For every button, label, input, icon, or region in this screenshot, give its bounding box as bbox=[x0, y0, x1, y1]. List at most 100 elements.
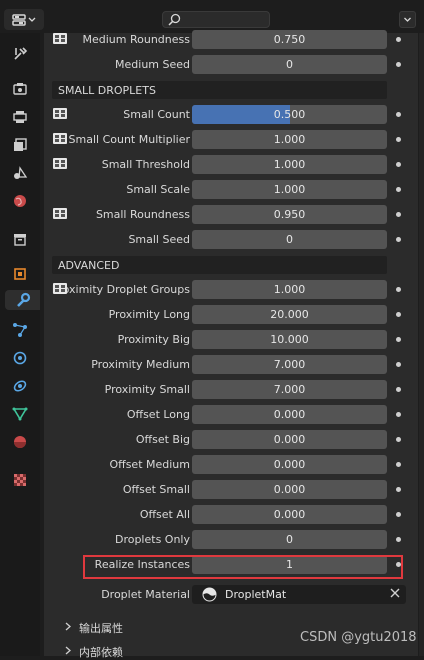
proximity-medium-field[interactable]: 7.000 bbox=[192, 355, 387, 374]
property-label: Offset All bbox=[139, 508, 190, 521]
property-label: Droplets Only bbox=[114, 533, 190, 546]
proximity-long-field[interactable]: 20.000 bbox=[192, 305, 387, 324]
small-scale-field[interactable]: 1.000 bbox=[192, 180, 387, 199]
keyframe-dot[interactable] bbox=[396, 537, 401, 542]
keyframe-dot[interactable] bbox=[396, 37, 401, 42]
offset-small-field[interactable]: 0.000 bbox=[192, 480, 387, 499]
proximity-big-field[interactable]: 10.000 bbox=[192, 330, 387, 349]
keyframe-dot[interactable] bbox=[396, 462, 401, 467]
view-layer-icon[interactable] bbox=[10, 135, 30, 155]
node-socket-icon[interactable] bbox=[52, 132, 68, 145]
keyframe-dot[interactable] bbox=[396, 287, 401, 292]
keyframe-dot[interactable] bbox=[396, 237, 401, 242]
property-label: Offset Long bbox=[126, 408, 190, 421]
close-icon[interactable] bbox=[390, 588, 400, 601]
offset-medium-field[interactable]: 0.000 bbox=[192, 455, 387, 474]
output-icon[interactable] bbox=[10, 107, 30, 127]
chevron-right-icon bbox=[65, 646, 71, 655]
property-row: Proximity Long 20.000 bbox=[44, 304, 418, 326]
property-row: Offset Medium 0.000 bbox=[44, 454, 418, 476]
property-label: Proximity Medium bbox=[91, 358, 190, 371]
editor-type-button[interactable] bbox=[4, 9, 44, 30]
scene-icon[interactable] bbox=[10, 163, 30, 183]
small-seed-field[interactable]: 0 bbox=[192, 230, 387, 249]
droplet-material-field[interactable]: DropletMat bbox=[192, 585, 406, 604]
panel-output-attributes[interactable]: 输出属性 bbox=[64, 618, 264, 636]
keyframe-dot[interactable] bbox=[396, 362, 401, 367]
modifier-icon[interactable] bbox=[5, 290, 40, 310]
node-socket-icon[interactable] bbox=[52, 32, 68, 45]
small-threshold-field[interactable]: 1.000 bbox=[192, 155, 387, 174]
tool-icon[interactable] bbox=[10, 44, 30, 64]
keyframe-dot[interactable] bbox=[396, 487, 401, 492]
properties-tab-bar bbox=[0, 33, 40, 656]
property-label: Small Roundness bbox=[95, 208, 190, 221]
medium-seed-field[interactable]: 0 bbox=[192, 55, 387, 74]
keyframe-dot[interactable] bbox=[396, 412, 401, 417]
object-icon[interactable] bbox=[10, 264, 30, 284]
small-count-multiplier-field[interactable]: 1.000 bbox=[192, 130, 387, 149]
property-label: Small Scale bbox=[126, 183, 190, 196]
scrollbar[interactable] bbox=[419, 33, 424, 656]
small-roundness-field[interactable]: 0.950 bbox=[192, 205, 387, 224]
keyframe-dot[interactable] bbox=[396, 437, 401, 442]
keyframe-dot[interactable] bbox=[396, 62, 401, 67]
panel-internal-dependencies[interactable]: 内部依赖 bbox=[64, 642, 264, 660]
property-row: Small Seed 0 bbox=[44, 229, 418, 251]
property-row: Offset Small 0.000 bbox=[44, 479, 418, 501]
keyframe-dot[interactable] bbox=[396, 137, 401, 142]
offset-all-field[interactable]: 0.000 bbox=[192, 505, 387, 524]
keyframe-dot[interactable] bbox=[396, 312, 401, 317]
node-socket-icon[interactable] bbox=[52, 157, 68, 170]
data-icon[interactable] bbox=[10, 404, 30, 424]
physics-icon[interactable] bbox=[10, 348, 30, 368]
keyframe-dot[interactable] bbox=[396, 512, 401, 517]
keyframe-dot[interactable] bbox=[396, 162, 401, 167]
texture-icon[interactable] bbox=[10, 470, 30, 490]
droplets-only-field[interactable]: 0 bbox=[192, 530, 387, 549]
node-socket-icon[interactable] bbox=[52, 282, 68, 295]
property-label: Small Seed bbox=[128, 233, 190, 246]
property-row: Small Count 0.500 bbox=[44, 104, 418, 126]
property-label: Proximity Long bbox=[108, 308, 190, 321]
offset-long-field[interactable]: 0.000 bbox=[192, 405, 387, 424]
node-socket-icon[interactable] bbox=[52, 107, 68, 120]
keyframe-dot[interactable] bbox=[396, 337, 401, 342]
particles-icon[interactable] bbox=[10, 320, 30, 340]
property-row: Small Threshold 1.000 bbox=[44, 154, 418, 176]
property-label: Proximity Small bbox=[104, 383, 190, 396]
node-socket-icon[interactable] bbox=[52, 207, 68, 220]
property-row: Small Scale 1.000 bbox=[44, 179, 418, 201]
keyframe-dot[interactable] bbox=[396, 112, 401, 117]
search-input[interactable] bbox=[162, 11, 270, 28]
keyframe-dot[interactable] bbox=[396, 187, 401, 192]
property-row: Offset All 0.000 bbox=[44, 504, 418, 526]
section-header-advanced: ADVANCED bbox=[52, 256, 387, 274]
property-row: Medium Seed 0 bbox=[44, 54, 418, 76]
proximity-small-field[interactable]: 7.000 bbox=[192, 380, 387, 399]
property-label: Medium Seed bbox=[115, 58, 190, 71]
property-row: Medium Roundness 0.750 bbox=[44, 29, 418, 51]
property-label: Proximity Big bbox=[117, 333, 190, 346]
medium-roundness-field[interactable]: 0.750 bbox=[192, 30, 387, 49]
property-label: Small Count Multiplier bbox=[68, 133, 190, 146]
property-row: Offset Big 0.000 bbox=[44, 429, 418, 451]
small-count-slider[interactable]: 0.500 bbox=[192, 105, 387, 124]
render-icon[interactable] bbox=[10, 79, 30, 99]
property-row: Small Count Multiplier 1.000 bbox=[44, 129, 418, 151]
property-row: Small Roundness 0.950 bbox=[44, 204, 418, 226]
collection-icon[interactable] bbox=[10, 229, 30, 249]
options-dropdown-button[interactable] bbox=[399, 11, 416, 28]
constraints-icon[interactable] bbox=[10, 376, 30, 396]
offset-big-field[interactable]: 0.000 bbox=[192, 430, 387, 449]
chevron-down-icon bbox=[404, 17, 411, 22]
material-sphere-icon bbox=[202, 587, 217, 605]
proximity-droplet-groups-field[interactable]: 1.000 bbox=[192, 280, 387, 299]
world-icon[interactable] bbox=[10, 191, 30, 211]
keyframe-dot[interactable] bbox=[396, 212, 401, 217]
keyframe-dot[interactable] bbox=[396, 387, 401, 392]
property-row: Proximity Big 10.000 bbox=[44, 329, 418, 351]
chevron-right-icon bbox=[65, 622, 71, 631]
property-row: Proximity Medium 7.000 bbox=[44, 354, 418, 376]
material-icon[interactable] bbox=[10, 432, 30, 452]
